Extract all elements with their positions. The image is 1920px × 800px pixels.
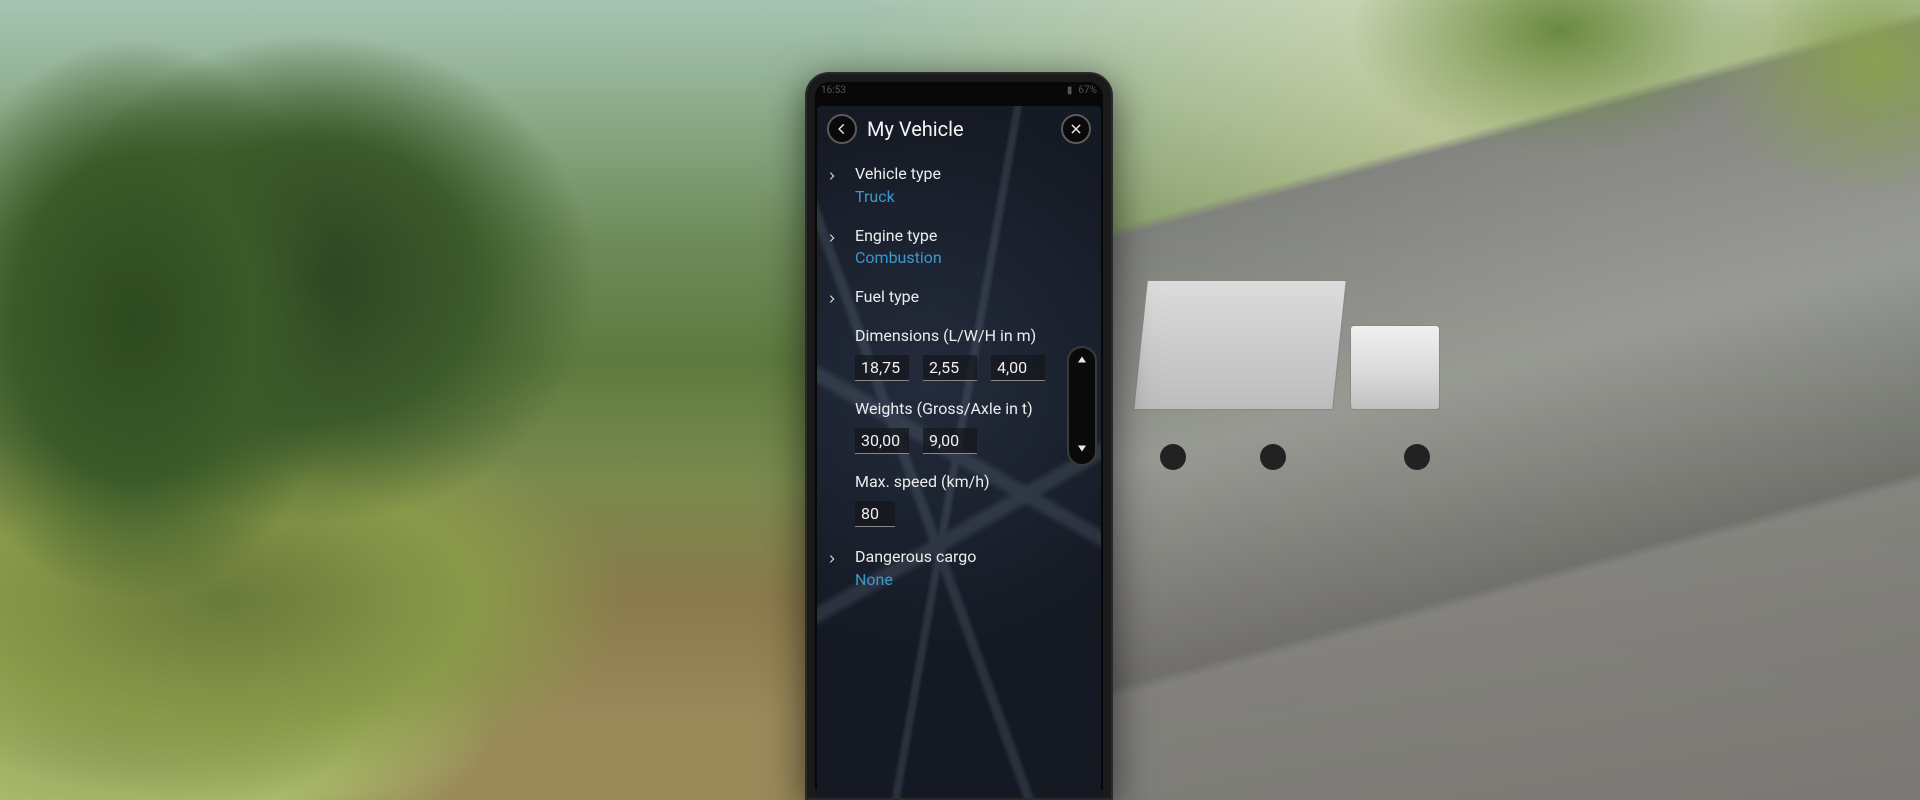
- row-fuel-type[interactable]: Fuel type: [827, 279, 1061, 320]
- dimensions-label: Dimensions (L/W/H in m): [827, 320, 1061, 351]
- scrollbar[interactable]: [1067, 346, 1097, 466]
- vehicle-type-value: Truck: [855, 187, 1061, 208]
- phone-frame: 16:53 ▮ 67% My Vehicle Vehicle type Truc…: [805, 72, 1113, 800]
- chevron-right-icon: [827, 231, 837, 245]
- vehicle-type-label: Vehicle type: [855, 164, 1061, 185]
- max-speed-input[interactable]: 80: [855, 501, 895, 527]
- row-engine-type[interactable]: Engine type Combustion: [827, 218, 1061, 280]
- status-time: 16:53: [821, 85, 846, 96]
- battery-icon: ▮: [1067, 85, 1073, 96]
- trees-foreground: [0, 0, 900, 800]
- max-speed-inputs: 80: [827, 497, 1061, 539]
- phone-status-bar: 16:53 ▮ 67%: [807, 74, 1111, 106]
- dangerous-cargo-label: Dangerous cargo: [855, 547, 1061, 568]
- weights-label: Weights (Gross/Axle in t): [827, 393, 1061, 424]
- page-title: My Vehicle: [867, 117, 964, 141]
- dimension-length-input[interactable]: 18,75: [855, 355, 909, 381]
- status-battery: 67%: [1078, 85, 1097, 96]
- truck-illustration: [1140, 280, 1440, 460]
- back-button[interactable]: [827, 114, 857, 144]
- weight-axle-input[interactable]: 9,00: [923, 428, 977, 454]
- dimension-width-input[interactable]: 2,55: [923, 355, 977, 381]
- scroll-up-button[interactable]: [1076, 354, 1088, 370]
- app-header: My Vehicle: [817, 106, 1101, 154]
- weight-gross-input[interactable]: 30,00: [855, 428, 909, 454]
- chevron-right-icon: [827, 169, 837, 183]
- app-screen: My Vehicle Vehicle type Truck Engine typ…: [817, 106, 1101, 798]
- scroll-down-button[interactable]: [1076, 442, 1088, 458]
- engine-type-label: Engine type: [855, 226, 1061, 247]
- dangerous-cargo-value: None: [855, 570, 1061, 591]
- fuel-type-label: Fuel type: [855, 287, 1061, 308]
- dimensions-inputs: 18,75 2,55 4,00: [827, 351, 1061, 393]
- app-content: Vehicle type Truck Engine type Combustio…: [817, 156, 1101, 798]
- dimension-height-input[interactable]: 4,00: [991, 355, 1045, 381]
- chevron-right-icon: [827, 292, 837, 306]
- row-vehicle-type[interactable]: Vehicle type Truck: [827, 156, 1061, 218]
- row-dangerous-cargo[interactable]: Dangerous cargo None: [827, 539, 1061, 601]
- chevron-left-icon: [835, 122, 849, 136]
- close-icon: [1069, 122, 1083, 136]
- max-speed-label: Max. speed (km/h): [827, 466, 1061, 497]
- chevron-right-icon: [827, 552, 837, 566]
- engine-type-value: Combustion: [855, 248, 1061, 269]
- close-button[interactable]: [1061, 114, 1091, 144]
- weights-inputs: 30,00 9,00: [827, 424, 1061, 466]
- trees-background: [1020, 0, 1920, 300]
